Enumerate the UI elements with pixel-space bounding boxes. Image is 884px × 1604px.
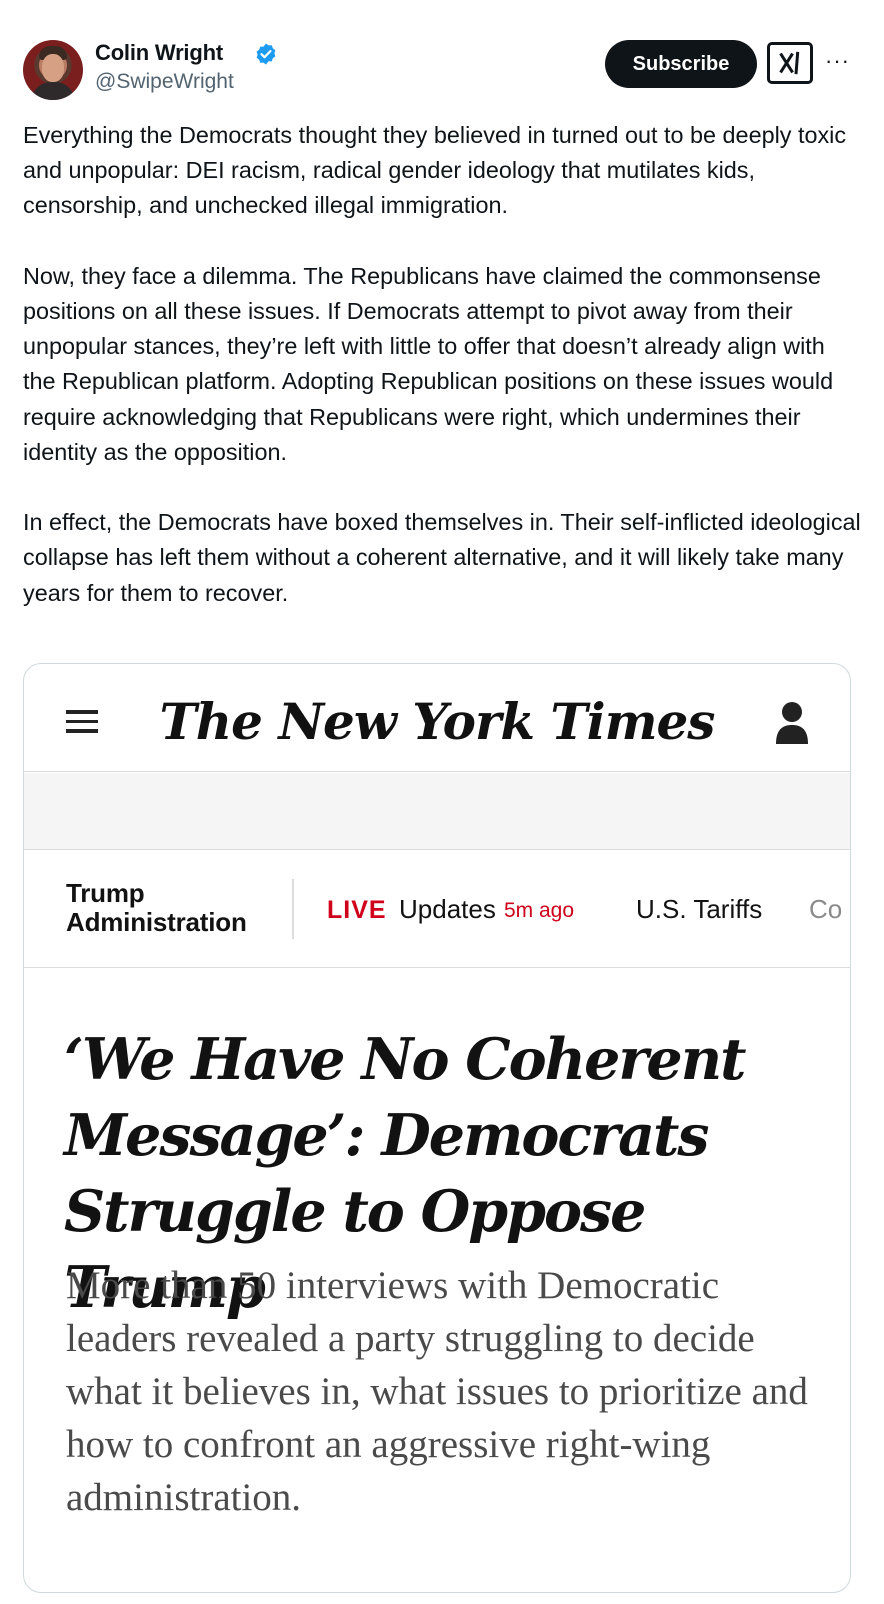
- account-icon: [776, 702, 808, 744]
- tweet-text: Everything the Democrats thought they be…: [23, 118, 863, 611]
- nav-divider: [292, 879, 294, 939]
- updates-label: Updates: [399, 894, 496, 924]
- nyt-logo: The New York Times: [159, 692, 716, 751]
- verified-badge-icon: [256, 43, 276, 65]
- ad-band: [24, 773, 850, 850]
- tweet-paragraph: In effect, the Democrats have boxed them…: [23, 509, 861, 606]
- avatar[interactable]: [23, 40, 83, 100]
- media-card[interactable]: The New York Times Trump Administration …: [23, 663, 851, 1593]
- live-label: LIVE: [327, 896, 387, 924]
- avatar-body: [31, 82, 75, 100]
- section-label-text: Trump Administration: [66, 878, 247, 937]
- avatar-face: [42, 54, 64, 82]
- tweet-header: Colin Wright @SwipeWright Subscribe ···: [23, 38, 863, 100]
- author-name[interactable]: Colin Wright: [95, 40, 223, 66]
- tweet-paragraph: Now, they face a dilemma. The Republican…: [23, 262, 834, 465]
- article-summary: More than 50 interviews with Democratic …: [66, 1264, 808, 1519]
- tariffs-link: U.S. Tariffs: [636, 894, 763, 924]
- truncated-nav-link: Co: [809, 894, 843, 924]
- section-label: Trump Administration: [66, 879, 266, 937]
- nyt-masthead: The New York Times: [24, 664, 850, 772]
- tweet-paragraph: Everything the Democrats thought they be…: [23, 122, 847, 219]
- author-handle[interactable]: @SwipeWright: [95, 70, 234, 94]
- more-options-icon[interactable]: ···: [825, 48, 851, 74]
- grok-icon[interactable]: [767, 42, 813, 84]
- section-nav: Trump Administration LIVE Updates 5m ago…: [24, 851, 850, 968]
- time-ago: 5m ago: [504, 899, 575, 922]
- subscribe-button[interactable]: Subscribe: [605, 40, 757, 88]
